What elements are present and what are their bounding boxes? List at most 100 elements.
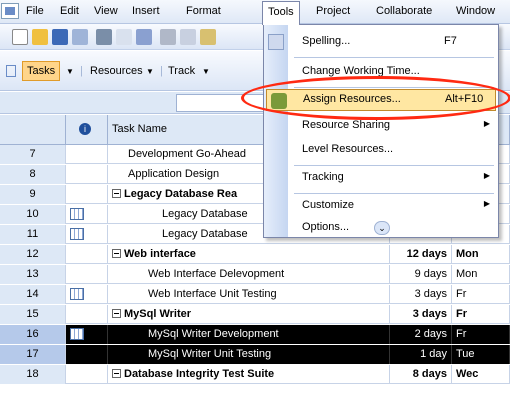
collapse-icon[interactable] <box>112 249 121 258</box>
start-cell[interactable]: Fr <box>452 285 510 304</box>
row-number[interactable]: 16 <box>0 325 66 344</box>
duration-cell[interactable]: 8 days <box>390 365 452 384</box>
row-number[interactable]: 13 <box>0 265 66 284</box>
menu-item-label: Assign Resources... <box>303 93 401 105</box>
indicator-cell <box>66 145 108 164</box>
duration-cell[interactable]: 12 days <box>390 245 452 264</box>
row-number[interactable]: 9 <box>0 185 66 204</box>
menu-view[interactable]: View <box>94 5 118 17</box>
start-cell[interactable]: Fr <box>452 325 510 344</box>
menu-collaborate[interactable]: Collaborate <box>376 5 432 17</box>
row-number[interactable]: 12 <box>0 245 66 264</box>
menu-project[interactable]: Project <box>316 5 350 17</box>
resources-dropdown-arrow-icon[interactable]: ▼ <box>146 67 154 76</box>
table-row[interactable]: 15 MySql Writer 3 days Fr <box>0 305 510 324</box>
tasks-dropdown-arrow-icon[interactable]: ▼ <box>66 67 74 76</box>
task-name-cell[interactable]: Web interface <box>108 245 390 264</box>
task-name-cell[interactable]: MySql Writer Unit Testing <box>108 345 390 364</box>
print-icon[interactable] <box>96 29 112 45</box>
collapse-icon[interactable] <box>112 189 121 198</box>
start-cell[interactable]: Tue <box>452 345 510 364</box>
table-row[interactable]: 13 Web Interface Delevopment 9 days Mon <box>0 265 510 284</box>
select-all-corner[interactable] <box>0 115 66 145</box>
row-number[interactable]: 8 <box>0 165 66 184</box>
indicators-header[interactable]: i <box>66 115 108 145</box>
menu-separator <box>294 87 494 88</box>
spelling-icon[interactable] <box>136 29 152 45</box>
task-name-cell[interactable]: Database Integrity Test Suite <box>108 365 390 384</box>
tasks-button[interactable]: Tasks <box>22 61 61 81</box>
toolbar-divider: | <box>160 65 163 77</box>
menu-item-assign-resources[interactable]: Assign Resources... Alt+F10 <box>266 89 496 111</box>
table-row-selected[interactable]: 16 MySql Writer Development 2 days Fr <box>0 325 510 344</box>
open-folder-icon[interactable] <box>32 29 48 45</box>
table-row[interactable]: 18 Database Integrity Test Suite 8 days … <box>0 365 510 384</box>
row-number[interactable]: 18 <box>0 365 66 384</box>
menu-item-resource-sharing[interactable]: Resource Sharing ▶ <box>264 115 498 137</box>
copy-icon[interactable] <box>180 29 196 45</box>
start-cell[interactable]: Mon <box>452 265 510 284</box>
table-row[interactable]: 12 Web interface 12 days Mon <box>0 245 510 264</box>
resources-button[interactable]: Resources <box>90 65 143 77</box>
collapse-icon[interactable] <box>112 309 121 318</box>
menu-item-change-working-time[interactable]: Change Working Time... <box>264 61 498 83</box>
indicator-cell <box>66 185 108 204</box>
menu-tools[interactable]: Tools <box>262 1 300 25</box>
start-cell[interactable]: Wec <box>452 365 510 384</box>
menu-item-tracking[interactable]: Tracking ▶ <box>264 167 498 189</box>
menu-item-label: Level Resources... <box>302 143 394 155</box>
row-number[interactable]: 11 <box>0 225 66 244</box>
menu-separator <box>294 193 494 194</box>
menu-file[interactable]: File <box>26 5 44 17</box>
summary-task-label: Web interface <box>124 248 196 260</box>
menu-item-label: Options... <box>302 221 350 233</box>
task-name-cell[interactable]: MySql Writer Development <box>108 325 390 344</box>
menu-edit[interactable]: Edit <box>60 5 79 17</box>
duration-cell[interactable]: 3 days <box>390 285 452 304</box>
cut-icon[interactable] <box>160 29 176 45</box>
row-number[interactable]: 14 <box>0 285 66 304</box>
menu-item-customize[interactable]: Customize ▶ <box>264 195 498 217</box>
indicator-cell <box>66 225 108 244</box>
menu-window[interactable]: Window <box>456 5 495 17</box>
duration-cell[interactable]: 3 days <box>390 305 452 324</box>
paste-icon[interactable] <box>200 29 216 45</box>
calendar-icon <box>70 288 84 300</box>
duration-cell[interactable]: 9 days <box>390 265 452 284</box>
start-cell[interactable]: Fr <box>452 305 510 324</box>
menu-insert[interactable]: Insert <box>132 5 160 17</box>
collapse-icon[interactable] <box>112 369 121 378</box>
track-dropdown-arrow-icon[interactable]: ▼ <box>202 67 210 76</box>
entry-field[interactable] <box>176 94 264 112</box>
menu-item-spelling[interactable]: Spelling... F7 <box>264 31 498 53</box>
save-icon[interactable] <box>52 29 68 45</box>
calendar-icon <box>70 328 84 340</box>
task-name-cell[interactable]: MySql Writer <box>108 305 390 324</box>
row-number[interactable]: 10 <box>0 205 66 224</box>
expand-menu-chevron-icon[interactable]: ⌄ <box>374 221 390 235</box>
table-row-selected[interactable]: 17 MySql Writer Unit Testing 1 day Tue <box>0 345 510 364</box>
menu-format[interactable]: Format <box>186 5 221 17</box>
track-button[interactable]: Track <box>168 65 195 77</box>
menu-item-level-resources[interactable]: Level Resources... <box>264 139 498 161</box>
submenu-arrow-icon: ▶ <box>483 199 490 208</box>
guide-icon[interactable] <box>6 65 16 77</box>
indicator-cell <box>66 165 108 184</box>
row-number[interactable]: 15 <box>0 305 66 324</box>
summary-task-label: Database Integrity Test Suite <box>124 368 275 380</box>
duration-cell[interactable]: 2 days <box>390 325 452 344</box>
row-number[interactable]: 7 <box>0 145 66 164</box>
table-row[interactable]: 14 Web Interface Unit Testing 3 days Fr <box>0 285 510 304</box>
menu-item-shortcut: F7 <box>444 35 457 47</box>
task-name-cell[interactable]: Web Interface Unit Testing <box>108 285 390 304</box>
spelling-abc-icon <box>268 34 284 50</box>
indicator-cell <box>66 365 108 384</box>
new-icon[interactable] <box>12 29 28 45</box>
start-cell[interactable]: Mon <box>452 245 510 264</box>
print-preview-icon[interactable] <box>116 29 132 45</box>
task-name-cell[interactable]: Web Interface Delevopment <box>108 265 390 284</box>
duration-cell[interactable]: 1 day <box>390 345 452 364</box>
permission-icon[interactable] <box>72 29 88 45</box>
project-app-icon[interactable] <box>1 3 19 19</box>
row-number[interactable]: 17 <box>0 345 66 364</box>
